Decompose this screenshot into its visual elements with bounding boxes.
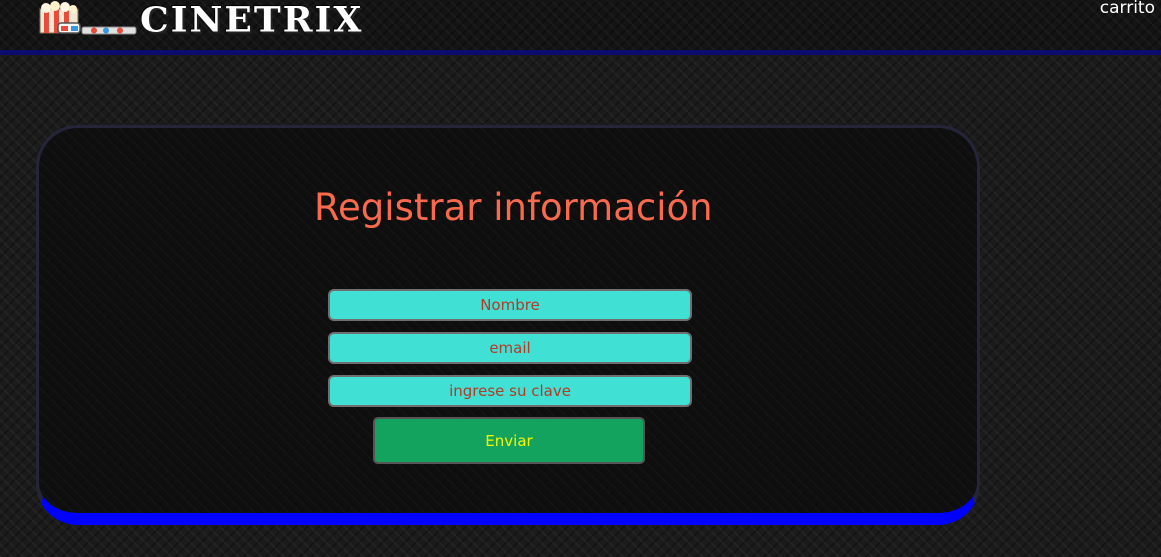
cart-link[interactable]: carrito <box>1100 0 1155 18</box>
site-logo[interactable]: CINETRIX <box>38 0 363 40</box>
popcorn-3d-glasses-icon <box>39 1 137 35</box>
email-field[interactable] <box>328 332 692 364</box>
site-header: CINETRIX carrito <box>0 0 1161 50</box>
name-field[interactable] <box>328 289 692 321</box>
password-field[interactable] <box>328 375 692 407</box>
submit-button[interactable]: Enviar <box>373 417 645 464</box>
registration-card: Registrar información Enviar <box>36 125 980 525</box>
brand-name: CINETRIX <box>140 0 364 40</box>
page-title: Registrar información <box>314 186 713 229</box>
header-divider <box>0 50 1161 55</box>
